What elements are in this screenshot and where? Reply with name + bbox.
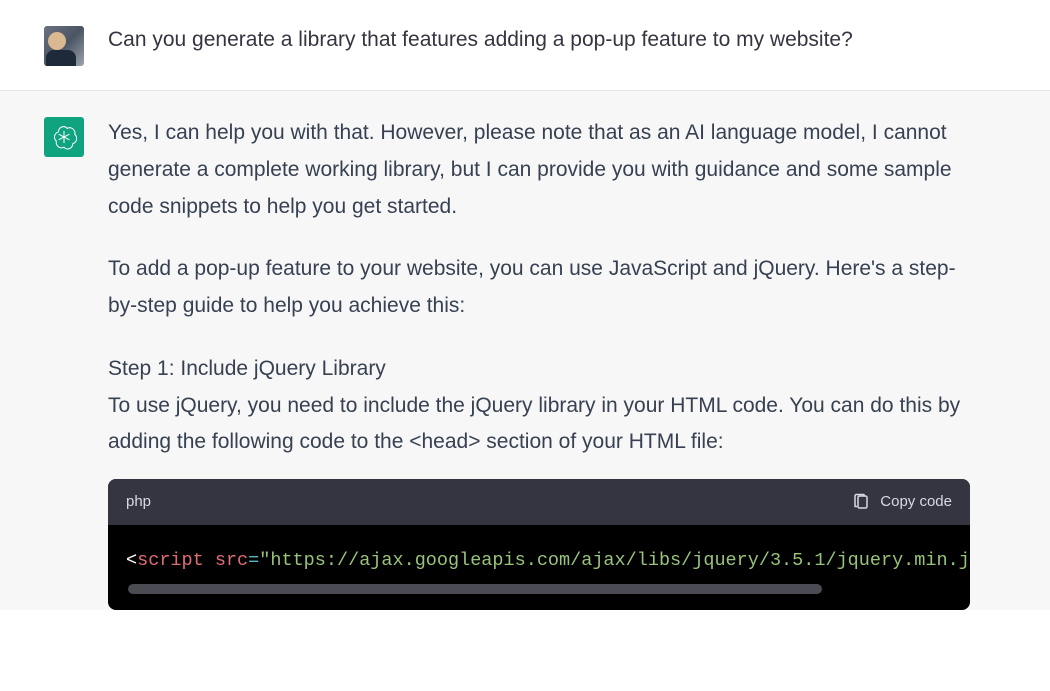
copy-code-label: Copy code [880,489,952,515]
user-avatar-col [0,24,108,66]
clipboard-icon [852,493,870,511]
code-header: php Copy code [108,479,970,525]
user-avatar [44,26,84,66]
code-block: php Copy code <script src="https://ajax.… [108,479,970,610]
openai-icon [51,124,77,150]
code-token-eq: = [248,550,259,571]
assistant-avatar [44,117,84,157]
code-token-quote: " [259,550,270,571]
assistant-p3: Step 1: Include jQuery Library To use jQ… [108,351,970,461]
user-message: Can you generate a library that features… [0,0,1050,91]
code-token-url: https://ajax.googleapis.com/ajax/libs/jq… [270,550,969,571]
assistant-content: Yes, I can help you with that. However, … [108,115,1018,610]
code-token-tag: script [137,550,204,571]
code-body[interactable]: <script src="https://ajax.googleapis.com… [108,525,970,609]
copy-code-button[interactable]: Copy code [852,489,952,515]
assistant-p2: To add a pop-up feature to your website,… [108,251,970,325]
code-lang-label: php [126,489,151,515]
code-line: <script src="https://ajax.googleapis.com… [126,545,952,577]
code-token-lt: < [126,550,137,571]
assistant-avatar-col [0,115,108,610]
assistant-message: Yes, I can help you with that. However, … [0,91,1050,610]
user-text: Can you generate a library that features… [108,24,970,56]
code-token-space [204,550,215,571]
code-token-attr: src [215,550,248,571]
horizontal-scrollbar[interactable] [128,584,822,594]
user-content: Can you generate a library that features… [108,24,1018,66]
assistant-p1: Yes, I can help you with that. However, … [108,115,970,225]
